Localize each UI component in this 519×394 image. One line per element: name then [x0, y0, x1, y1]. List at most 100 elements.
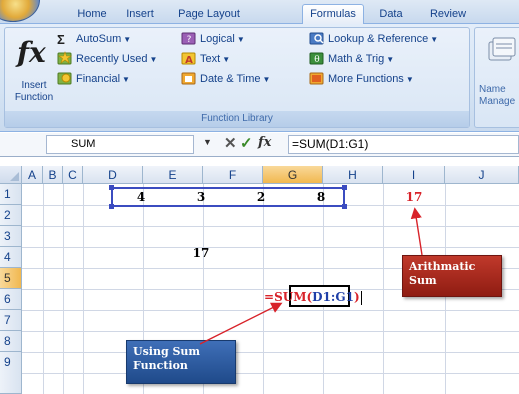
arithmetic-sum-callout: Arithmatic Sum	[402, 255, 502, 297]
using-sum-function-callout-line2: Function	[133, 359, 188, 372]
tab-page-layout[interactable]: Page Layout	[172, 6, 246, 24]
cancel-icon[interactable]: ✕	[224, 134, 237, 152]
formula-function-name: SUM	[274, 290, 307, 304]
cell-g5-formula[interactable]: =SUM(D1:G1)	[264, 287, 362, 307]
name-manager-label: Name Manage	[479, 84, 515, 108]
financial-button[interactable]: Financial ▼	[57, 70, 130, 88]
gridline	[22, 331, 519, 332]
tab-review[interactable]: Review	[426, 6, 470, 24]
tab-home[interactable]: Home	[74, 6, 110, 24]
function-library-group: fx Insert Function Σ AutoSum ▼ Recently Us…	[4, 27, 470, 128]
financial-book-icon	[57, 71, 73, 85]
insert-function-icon: fx	[17, 36, 46, 69]
star-book-icon	[57, 51, 73, 65]
cell-i1[interactable]: 17	[383, 187, 445, 207]
row-header-7[interactable]: 7	[0, 310, 22, 331]
more-functions-label: More Functions	[328, 73, 404, 85]
row-header-9[interactable]: 9	[0, 352, 22, 394]
gridline	[22, 226, 519, 227]
lookup-reference-button[interactable]: Lookup & Reference ▼	[309, 30, 438, 48]
tab-data[interactable]: Data	[374, 6, 408, 24]
logical-button[interactable]: ? Logical ▼	[181, 30, 245, 48]
cell-g1[interactable]: 8	[291, 187, 351, 207]
using-sum-function-callout-line1: Using Sum	[133, 345, 201, 358]
column-header-c[interactable]: C	[63, 166, 83, 184]
formula-range-reference: D1:G1	[312, 290, 354, 304]
name-manager-label-line2: Manage	[479, 96, 516, 107]
math-trig-button[interactable]: θ Math & Trig ▼	[309, 50, 394, 68]
financial-label: Financial	[76, 73, 121, 85]
row-header-8[interactable]: 8	[0, 331, 22, 352]
date-time-label: Date & Time	[200, 73, 261, 85]
recently-used-label: Recently Used	[76, 53, 148, 65]
ribbon-tab-bar: Home Insert Page Layout Formulas Data Re…	[0, 0, 519, 25]
dropdown-arrow-icon: ▼	[430, 35, 439, 44]
lookup-book-icon	[309, 31, 325, 45]
text-caret	[360, 290, 362, 305]
gridline	[22, 373, 519, 374]
recently-used-button[interactable]: Recently Used ▼	[57, 50, 157, 68]
column-header-e[interactable]: E	[143, 166, 203, 184]
more-functions-button[interactable]: More Functions ▼	[309, 70, 414, 88]
formula-bar: SUM ▼ ✕ ✓ fx =SUM(D1:G1)	[0, 133, 519, 157]
select-all-triangle-icon	[10, 172, 19, 181]
row-header-2[interactable]: 2	[0, 205, 22, 226]
dropdown-arrow-icon: ▼	[149, 55, 158, 64]
dropdown-arrow-icon: ▼	[386, 55, 395, 64]
gridline	[22, 352, 519, 353]
arithmetic-sum-callout-line2: Sum	[409, 274, 437, 287]
dropdown-arrow-icon: ▼	[405, 75, 414, 84]
select-all-corner[interactable]	[0, 166, 22, 184]
row-header-1[interactable]: 1	[0, 184, 22, 205]
insert-function-fx-icon[interactable]: fx	[258, 135, 271, 150]
formula-close-paren: )	[353, 290, 360, 304]
math-book-icon: θ	[309, 51, 325, 65]
column-header-a[interactable]: A	[22, 166, 43, 184]
row-header-3[interactable]: 3	[0, 226, 22, 247]
insert-function-button[interactable]: fx Insert Function	[9, 30, 55, 110]
cell-f1[interactable]: 2	[231, 187, 291, 207]
formula-bar-controls: ✕ ✓ fx	[216, 134, 286, 155]
arrow-to-i1	[410, 207, 423, 256]
column-header-g[interactable]: G	[263, 166, 323, 184]
date-time-button[interactable]: Date & Time ▼	[181, 70, 270, 88]
worksheet-grid[interactable]: A B C D E F G H I J 1 2 3 4 5 6 7 8 9 4 …	[0, 166, 519, 394]
text-button[interactable]: A Text ▼	[181, 50, 230, 68]
autosum-button[interactable]: Σ AutoSum ▼	[57, 30, 131, 48]
row-header-6[interactable]: 6	[0, 289, 22, 310]
cell-e3[interactable]: 17	[171, 243, 231, 263]
column-header-d[interactable]: D	[83, 166, 143, 184]
insert-function-label-line1: Insert	[21, 80, 47, 91]
column-header-b[interactable]: B	[43, 166, 63, 184]
tab-formulas[interactable]: Formulas	[302, 4, 364, 25]
dropdown-arrow-icon: ▼	[123, 35, 132, 44]
lookup-reference-label: Lookup & Reference	[328, 33, 429, 45]
column-header-j[interactable]: J	[445, 166, 519, 184]
insert-function-label: Insert Function	[7, 80, 61, 104]
using-sum-function-callout: Using Sum Function	[126, 340, 236, 384]
name-manager-label-line1: Name	[479, 84, 506, 95]
autosum-label: AutoSum	[76, 33, 122, 45]
tab-insert[interactable]: Insert	[120, 6, 160, 24]
column-header-h[interactable]: H	[323, 166, 383, 184]
name-manager-button[interactable]: Name Manage	[474, 27, 519, 128]
row-header-4[interactable]: 4	[0, 247, 22, 268]
row-header-5[interactable]: 5	[0, 268, 22, 289]
logical-label: Logical	[200, 33, 235, 45]
office-button[interactable]	[0, 0, 40, 22]
enter-check-icon[interactable]: ✓	[240, 134, 253, 152]
gridline	[22, 310, 519, 311]
name-manager-icon	[488, 37, 516, 61]
name-box-dropdown-icon[interactable]: ▼	[203, 137, 212, 147]
formula-input[interactable]: =SUM(D1:G1)	[288, 135, 519, 154]
svg-text:θ: θ	[314, 55, 319, 65]
column-header-f[interactable]: F	[203, 166, 263, 184]
svg-text:A: A	[185, 55, 193, 65]
column-header-i[interactable]: I	[383, 166, 445, 184]
name-box[interactable]: SUM	[46, 135, 194, 154]
dropdown-arrow-icon: ▼	[122, 75, 130, 84]
cell-d1[interactable]: 4	[111, 187, 171, 207]
cell-e1[interactable]: 3	[171, 187, 231, 207]
calendar-book-icon	[181, 71, 197, 85]
dropdown-arrow-icon: ▼	[262, 75, 271, 84]
